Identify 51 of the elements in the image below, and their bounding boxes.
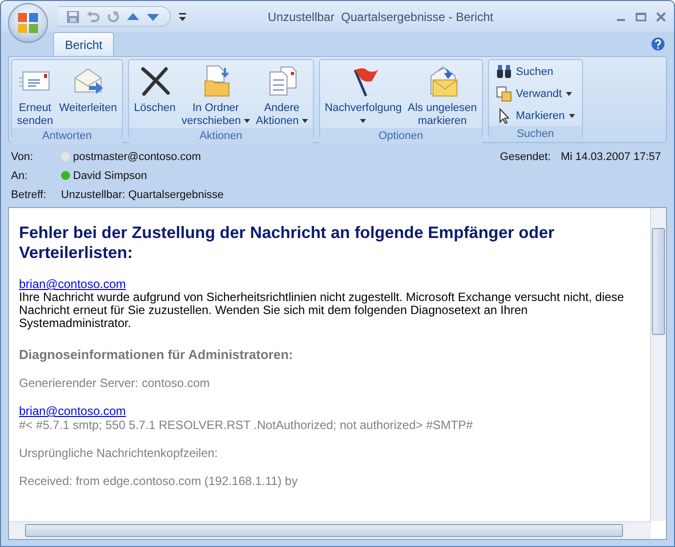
field-label: Betreff:: [11, 188, 48, 200]
binoculars-icon: [496, 64, 512, 80]
group-label: Aktionen: [128, 128, 313, 144]
field-label: An:: [11, 170, 29, 182]
close-icon[interactable]: [655, 10, 667, 22]
field-value: Unzustellbar: Quartalsergebnisse: [61, 188, 224, 200]
ribbon-button[interactable]: Löschen: [132, 62, 178, 128]
message-heading: Fehler bei der Zustellung der Nachricht an folgende Empfänger oder Verteilerlisten:: [19, 224, 554, 262]
ribbon-button[interactable]: Nachverfolgung: [322, 62, 404, 128]
message-text: Ihre Nachricht wurde aufgrund von Sicherheitsrichtlinien nicht zugestellt. Microsoft Exchange versucht nicht, diese Nachricht erneut für Sie zuzustellen. Wenden Sie sich mit dem folgenden Diagnosetext an Ihren Systemadministrator.: [19, 290, 624, 330]
field-label: Von:: [11, 150, 34, 162]
diagnostic-text: #< #5.7.1 smtp; 550 5.7.1 RESOLVER.RST .NotAuthorized; not authorized> #SMTP#: [19, 418, 473, 432]
diagnostic-text: Received: from edge.contoso.com (192.168.1.11) by: [19, 474, 298, 488]
vertical-scrollbar[interactable]: [650, 208, 666, 521]
caret-icon: [568, 114, 575, 118]
caret-icon: [566, 92, 572, 96]
email-link[interactable]: brian@contoso.com: [19, 277, 126, 291]
save-icon[interactable]: [66, 10, 80, 24]
ribbon-button[interactable]: Erneut senden: [15, 62, 56, 128]
customize-caret-icon[interactable]: [179, 12, 186, 20]
ribbon-button[interactable]: Verwandt: [496, 84, 575, 104]
caret-icon: [302, 119, 308, 124]
logo-icon: [17, 12, 39, 34]
ribbon-button[interactable]: Andere Aktionen: [254, 62, 310, 128]
ribbon-button[interactable]: Markieren: [496, 106, 575, 126]
horizontal-scrollbar[interactable]: [9, 521, 651, 539]
caret-icon: [244, 119, 250, 124]
group-label: Suchen: [488, 126, 582, 142]
diagnostic-text: Generierender Server: contoso.com: [19, 376, 210, 390]
undo-icon[interactable]: [86, 10, 100, 24]
field-value: postmaster@contoso.com: [73, 150, 201, 162]
field-label: Gesendet:: [500, 150, 551, 162]
diagnostic-text: Ursprüngliche Nachrichtenkopfzeilen:: [19, 446, 218, 460]
section-heading: Diagnoseinformationen für Administratoren:: [19, 347, 293, 362]
ribbon-tab[interactable]: Bericht: [53, 32, 114, 56]
email-link[interactable]: brian@contoso.com: [19, 404, 126, 418]
help-icon[interactable]: [651, 37, 665, 51]
field-value: Mi 14.03.2007 17:57: [560, 150, 661, 162]
field-value: David Simpson: [73, 170, 147, 182]
ribbon-button[interactable]: Suchen: [496, 62, 575, 82]
group-label: Optionen: [320, 128, 482, 144]
caret-icon: [360, 119, 366, 123]
maximize-icon[interactable]: [635, 10, 647, 22]
ribbon-button[interactable]: Als ungelesen markieren: [406, 62, 479, 128]
group-label: Antworten: [12, 128, 122, 144]
ribbon-button[interactable]: In Ordner verschieben: [180, 62, 252, 128]
ribbon-button[interactable]: Weiterleiten: [57, 62, 119, 128]
window-title: Unzustellbar Quartalsergebnisse - Bericht: [266, 10, 494, 24]
documents-icon: [496, 86, 512, 102]
app-menu-button[interactable]: [8, 2, 48, 42]
redo-icon[interactable]: [106, 10, 120, 24]
